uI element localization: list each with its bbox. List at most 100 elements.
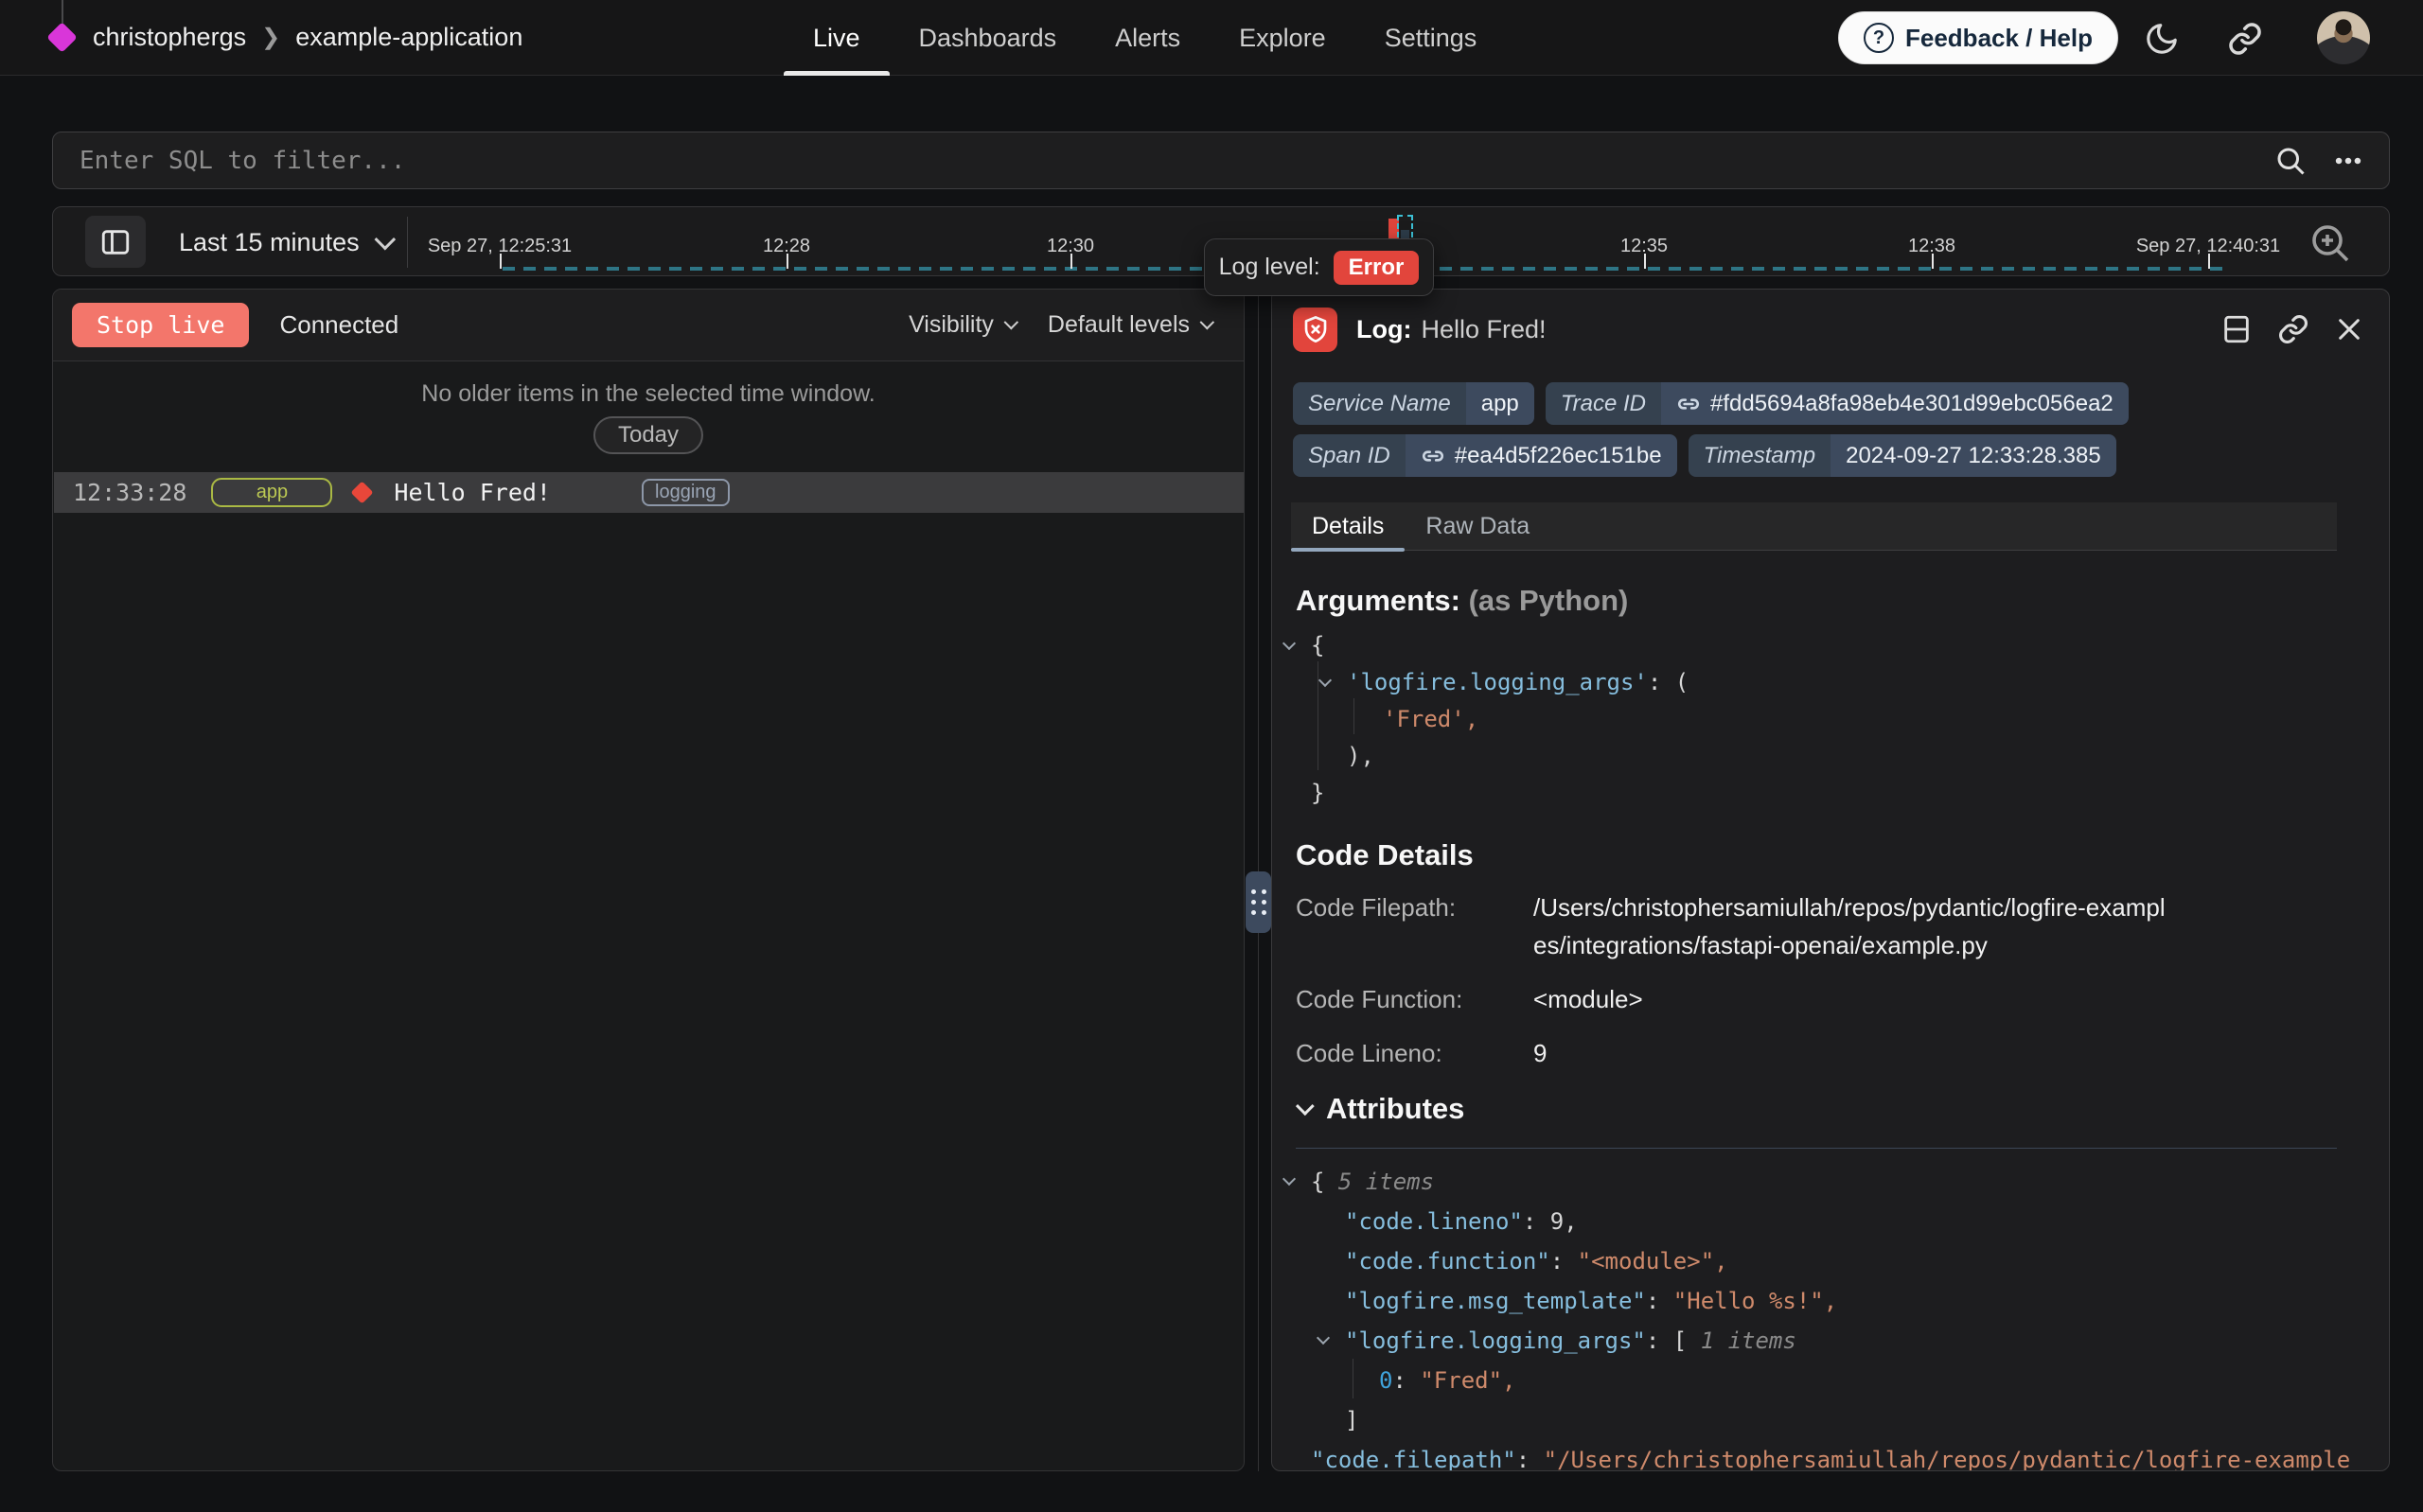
timeline-tick bbox=[2208, 254, 2210, 269]
badge-label: Timestamp bbox=[1689, 434, 1831, 477]
chevron-down-icon bbox=[1296, 1097, 1315, 1116]
live-view-header: Stop live Connected Visibility Default l… bbox=[53, 290, 1244, 361]
attributes-section-toggle[interactable]: Attributes bbox=[1296, 1092, 1464, 1126]
trace-id-badge[interactable]: Trace ID #fdd5694a8fa98eb4e301d99ebc056e… bbox=[1546, 382, 2129, 425]
code-line: ), bbox=[1296, 738, 1689, 775]
code-line: "logfire.msg_template": "Hello %s!", bbox=[1296, 1281, 2384, 1321]
detail-actions bbox=[2220, 290, 2364, 369]
code-line: 'Fred', bbox=[1296, 701, 1689, 738]
badge-label: Span ID bbox=[1293, 434, 1406, 477]
timestamp-badge: Timestamp 2024-09-27 12:33:28.385 bbox=[1689, 434, 2116, 477]
code-line: } bbox=[1296, 775, 1689, 812]
today-button[interactable]: Today bbox=[593, 416, 703, 454]
timeline-tick bbox=[1932, 254, 1934, 269]
timeline-tick bbox=[787, 254, 788, 269]
log-row-message: Hello Fred! bbox=[394, 479, 551, 506]
top-nav: christophergs ❯ example-application Live… bbox=[0, 0, 2423, 76]
sql-filter-bar bbox=[52, 132, 2390, 189]
logfire-logo-icon[interactable] bbox=[46, 22, 78, 53]
main-nav: LiveDashboardsAlertsExploreSettings bbox=[784, 0, 1506, 76]
user-avatar[interactable] bbox=[2317, 11, 2370, 64]
breadcrumb: christophergs ❯ example-application bbox=[93, 23, 522, 52]
share-link-icon[interactable] bbox=[2227, 21, 2263, 57]
empty-window-message: No older items in the selected time wind… bbox=[53, 380, 1244, 408]
detail-title: Log: Hello Fred! bbox=[1356, 315, 1547, 344]
badge-value: #fdd5694a8fa98eb4e301d99ebc056ea2 bbox=[1661, 382, 2129, 425]
collapse-chevron-icon[interactable] bbox=[1282, 1172, 1296, 1186]
log-level-tooltip: Log level: Error bbox=[1204, 238, 1434, 296]
stop-live-button[interactable]: Stop live bbox=[72, 303, 249, 347]
default-levels-label: Default levels bbox=[1048, 311, 1190, 339]
code-line: { 5 items bbox=[1296, 1162, 2384, 1202]
badge-label: Service Name bbox=[1293, 382, 1466, 425]
scope-tag[interactable]: logging bbox=[642, 479, 730, 506]
code-filepath-label: Code Filepath: bbox=[1296, 888, 1533, 964]
logfire-app: christophergs ❯ example-application Live… bbox=[0, 0, 2423, 1512]
error-shield-icon bbox=[1293, 308, 1337, 352]
default-levels-dropdown[interactable]: Default levels bbox=[1048, 311, 1210, 339]
code-details-rows: Code Filepath: /Users/christophersamiull… bbox=[1296, 888, 2375, 1088]
connection-status: Connected bbox=[279, 310, 398, 340]
code-line: ] bbox=[1296, 1400, 2384, 1440]
nav-tab-alerts[interactable]: Alerts bbox=[1086, 0, 1210, 76]
timeline-tick bbox=[1070, 254, 1072, 269]
detail-tab-details[interactable]: Details bbox=[1291, 502, 1405, 550]
service-tag[interactable]: app bbox=[211, 478, 332, 507]
zoom-in-icon[interactable] bbox=[2308, 220, 2353, 266]
nav-tab-dashboards[interactable]: Dashboards bbox=[890, 0, 1087, 76]
code-line: 'logfire.logging_args': ( bbox=[1296, 664, 1689, 701]
span-id-badge[interactable]: Span ID #ea4d5f226ec151be bbox=[1293, 434, 1677, 477]
log-detail-panel: Log:Hello Fred! Service Name app Tra bbox=[1271, 289, 2390, 1471]
nav-tab-explore[interactable]: Explore bbox=[1210, 0, 1355, 76]
sql-filter-input[interactable] bbox=[53, 147, 2273, 175]
code-line: "logfire.logging_args": [ 1 items bbox=[1296, 1321, 2384, 1361]
detail-tabs: DetailsRaw Data bbox=[1291, 502, 2337, 551]
code-details-heading: Code Details bbox=[1296, 838, 1474, 872]
visibility-dropdown[interactable]: Visibility bbox=[909, 311, 1014, 339]
collapse-chevron-icon[interactable] bbox=[1282, 636, 1296, 649]
code-function-label: Code Function: bbox=[1296, 980, 1533, 1018]
arguments-python-tree[interactable]: {'logfire.logging_args': ('Fred',),} bbox=[1296, 627, 1689, 812]
code-lineno-value: 9 bbox=[1533, 1034, 2177, 1072]
collapse-chevron-icon[interactable] bbox=[1318, 673, 1332, 686]
more-options-ellipsis-icon[interactable] bbox=[2332, 145, 2364, 177]
nav-tab-settings[interactable]: Settings bbox=[1355, 0, 1507, 76]
tooltip-label: Log level: bbox=[1219, 254, 1320, 281]
copy-link-icon[interactable] bbox=[2277, 313, 2309, 345]
code-function-row: Code Function: <module> bbox=[1296, 980, 2375, 1018]
close-icon[interactable] bbox=[2334, 314, 2364, 344]
live-view-panel: Stop live Connected Visibility Default l… bbox=[52, 289, 1245, 1471]
badge-value: 2024-09-27 12:33:28.385 bbox=[1831, 434, 2116, 477]
breadcrumb-project[interactable]: example-application bbox=[295, 23, 522, 52]
search-icon[interactable] bbox=[2273, 144, 2308, 178]
divider bbox=[1296, 1148, 2337, 1149]
tooltip-error-badge: Error bbox=[1334, 251, 1420, 285]
attributes-heading: Attributes bbox=[1326, 1092, 1464, 1126]
chevron-down-icon bbox=[1200, 315, 1215, 330]
code-line: "code.filepath": "/Users/christophersami… bbox=[1296, 1440, 2384, 1471]
log-row[interactable]: 12:33:28 app Hello Fred! logging bbox=[54, 472, 1245, 513]
splitter-drag-handle[interactable] bbox=[1246, 871, 1271, 933]
feedback-help-button[interactable]: ? Feedback / Help bbox=[1838, 11, 2118, 64]
dark-mode-moon-icon[interactable] bbox=[2144, 21, 2180, 57]
metadata-badges: Service Name app Trace ID #fdd5694a8fa98… bbox=[1293, 382, 2343, 477]
badge-value: #ea4d5f226ec151be bbox=[1406, 434, 1677, 477]
code-line: { bbox=[1296, 627, 1689, 664]
code-lineno-label: Code Lineno: bbox=[1296, 1034, 1533, 1072]
badge-label: Trace ID bbox=[1546, 382, 1661, 425]
arguments-heading: Arguments: (as Python) bbox=[1296, 584, 1628, 618]
split-view-icon[interactable] bbox=[2220, 313, 2253, 345]
detail-tab-raw-data[interactable]: Raw Data bbox=[1405, 502, 1550, 550]
detail-title-prefix: Log: bbox=[1356, 315, 1411, 343]
code-lineno-row: Code Lineno: 9 bbox=[1296, 1034, 2375, 1072]
code-function-value: <module> bbox=[1533, 980, 2177, 1018]
attributes-json-tree[interactable]: { 5 items"code.lineno": 9,"code.function… bbox=[1296, 1162, 2384, 1471]
trace-link-icon bbox=[1676, 392, 1701, 416]
timeline-tick bbox=[1644, 254, 1646, 269]
breadcrumb-org[interactable]: christophergs bbox=[93, 23, 246, 52]
collapse-chevron-icon[interactable] bbox=[1317, 1331, 1330, 1345]
code-filepath-value: /Users/christophersamiullah/repos/pydant… bbox=[1533, 888, 2177, 964]
detail-title-text: Hello Fred! bbox=[1421, 315, 1546, 343]
breadcrumb-chevron-icon: ❯ bbox=[261, 24, 280, 51]
nav-tab-live[interactable]: Live bbox=[784, 0, 890, 76]
